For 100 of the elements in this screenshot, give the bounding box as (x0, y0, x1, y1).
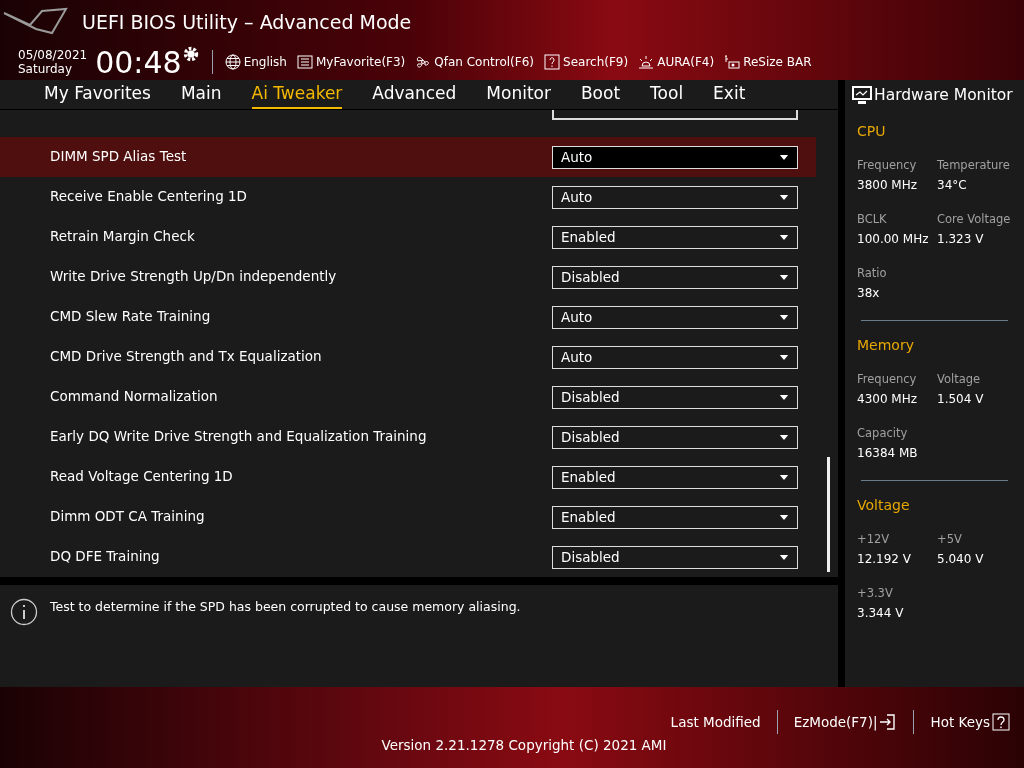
list-icon (297, 54, 313, 70)
scrollbar[interactable] (827, 457, 830, 572)
setting-label: Write Drive Strength Up/Dn independently (50, 266, 338, 286)
section-title: Voltage (857, 496, 911, 516)
stat-label: Capacity (857, 425, 909, 443)
menu-tab[interactable]: Boot (580, 80, 621, 109)
section-title: CPU (857, 122, 887, 142)
menu-tab[interactable]: Exit (713, 80, 746, 109)
setting-dropdown[interactable]: Enabled (552, 225, 798, 249)
setting-label: Command Normalization (50, 386, 219, 406)
stat-label: +5V (937, 531, 963, 549)
stat-value: 4300 MHz (857, 391, 919, 409)
caret-icon (779, 234, 789, 240)
menu-tab[interactable]: Tool (650, 80, 684, 109)
menu-tab[interactable]: My Favorites (44, 80, 151, 109)
stat-value: 34°C (937, 177, 968, 195)
menu-tab[interactable]: Advanced (372, 80, 457, 109)
toolbar-link[interactable]: English (243, 53, 287, 71)
lamp-icon (638, 54, 655, 70)
footer-link[interactable]: Hot Keys (930, 711, 990, 733)
help-icon (544, 54, 561, 70)
setting-dropdown[interactable]: Auto (552, 305, 798, 329)
setting-row[interactable]: Retrain Margin Check Enabled (0, 217, 816, 257)
stat-label: Voltage (937, 371, 982, 389)
setting-dropdown[interactable]: Disabled (552, 425, 798, 449)
setting-row[interactable]: Write Drive Strength Up/Dn independently Disabled (0, 257, 816, 297)
setting-label: Early DQ Write Drive Strength and Equalization Training (50, 426, 428, 446)
caret-icon (779, 354, 789, 360)
setting-label: DIMM SPD Alias Test (50, 146, 188, 166)
window-title: UEFI BIOS Utility – Advanced Mode (82, 9, 412, 35)
caret-icon (779, 274, 789, 280)
toolbar-link[interactable]: ReSize BAR (743, 53, 812, 71)
panel-title: Hardware Monitor (874, 85, 1013, 106)
setting-row[interactable]: CMD Slew Rate Training Auto (0, 297, 816, 337)
stat-value: 16384 MB (857, 445, 919, 463)
settings-icon[interactable] (181, 45, 200, 63)
setting-row[interactable]: Early DQ Write Drive Strength and Equalization Training Disabled (0, 417, 816, 457)
help-text: Test to determine if the SPD has been corrupted to cause memory aliasing. (50, 598, 521, 616)
menu-tab[interactable]: Monitor (486, 80, 551, 109)
footer-link[interactable]: EzMode(F7)| (793, 711, 878, 733)
toolbar-link[interactable]: Qfan Control(F6) (434, 53, 535, 71)
stat-label: Frequency (857, 157, 918, 175)
stat-label: Temperature (937, 157, 1011, 175)
setting-label: CMD Drive Strength and Tx Equalization (50, 346, 323, 366)
menu-tab[interactable]: Main (180, 80, 222, 109)
footer-link[interactable]: Last Modified (670, 711, 761, 733)
help-icon (992, 713, 1010, 731)
caret-icon (779, 514, 789, 520)
stat-label: Frequency (857, 371, 918, 389)
setting-row[interactable]: Command Normalization Disabled (0, 377, 816, 417)
toolbar-link[interactable]: Search(F9) (563, 53, 629, 71)
stat-label: +12V (857, 531, 891, 549)
setting-dropdown[interactable]: Enabled (552, 505, 798, 529)
date-text: 05/08/2021 (18, 48, 88, 62)
stat-label: Core Voltage (937, 211, 1012, 229)
setting-dropdown[interactable]: Auto (552, 345, 798, 369)
setting-row[interactable]: CMD Drive Strength and Tx Equalization Auto (0, 337, 816, 377)
version-text: Version 2.21.1278 Copyright (C) 2021 AMI (381, 736, 667, 755)
setting-label: Dimm ODT CA Training (50, 506, 206, 526)
caret-icon (779, 474, 789, 480)
caret-icon (779, 554, 789, 560)
setting-dropdown[interactable]: Disabled (552, 545, 798, 569)
stat-value: 38x (857, 285, 881, 303)
caret-icon (779, 434, 789, 440)
setting-row[interactable]: Dimm ODT CA Training Enabled (0, 497, 816, 537)
stat-label: +3.3V (857, 585, 894, 603)
caret-icon (779, 194, 789, 200)
setting-dropdown[interactable]: Auto (552, 185, 798, 209)
fan-icon (415, 54, 432, 70)
stat-value: 1.504 V (937, 391, 985, 409)
setting-label: Receive Enable Centering 1D (50, 186, 248, 206)
globe-icon (224, 54, 241, 70)
setting-label: Retrain Margin Check (50, 226, 196, 246)
caret-icon (779, 314, 789, 320)
setting-dropdown[interactable]: Disabled (552, 265, 798, 289)
setting-dropdown[interactable]: Disabled (552, 385, 798, 409)
setting-row[interactable]: DQ DFE Training Disabled (0, 537, 816, 577)
stat-label: BCLK (857, 211, 888, 229)
setting-dropdown[interactable] (552, 110, 798, 120)
caret-icon (779, 154, 789, 160)
setting-row[interactable]: DIMM SPD Alias Test Auto (0, 137, 816, 177)
section-title: Memory (857, 336, 915, 356)
monitor-icon (852, 86, 872, 106)
toolbar-link[interactable]: AURA(F4) (657, 53, 715, 71)
setting-dropdown[interactable]: Enabled (552, 465, 798, 489)
setting-label: DQ DFE Training (50, 546, 161, 566)
toolbar-link[interactable]: MyFavorite(F3) (316, 53, 406, 71)
stat-value: 12.192 V (857, 551, 912, 569)
stat-label: Ratio (857, 265, 888, 283)
stat-value: 5.040 V (937, 551, 985, 569)
stat-value: 1.323 V (937, 231, 985, 249)
day-text: Saturday (18, 62, 74, 76)
setting-label: CMD Slew Rate Training (50, 306, 212, 326)
exit-icon (879, 713, 898, 731)
stat-value: 3.344 V (857, 605, 905, 623)
setting-row[interactable]: Receive Enable Centering 1D Auto (0, 177, 816, 217)
info-icon (10, 598, 38, 626)
stat-value: 3800 MHz (857, 177, 919, 195)
setting-row[interactable]: Read Voltage Centering 1D Enabled (0, 457, 816, 497)
setting-dropdown[interactable]: Auto (552, 145, 798, 169)
